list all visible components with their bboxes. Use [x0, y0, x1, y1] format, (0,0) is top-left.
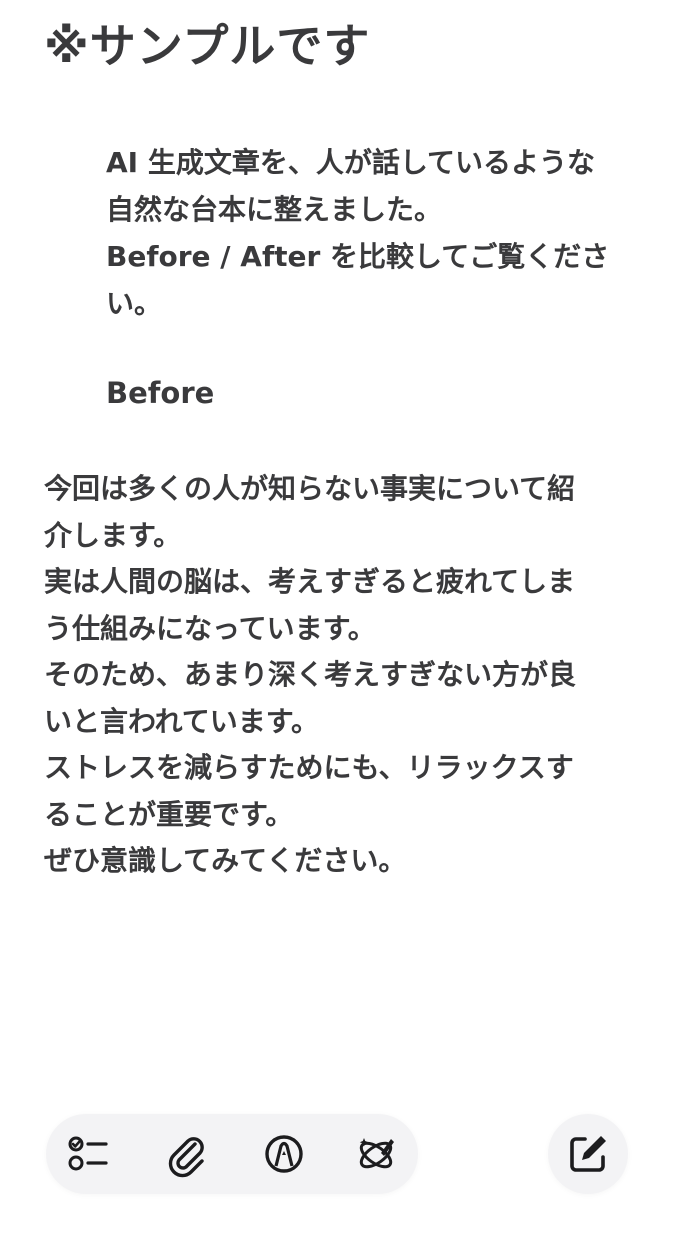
attachment-button[interactable]	[158, 1126, 214, 1182]
checklist-button[interactable]	[60, 1126, 116, 1182]
compose-button[interactable]	[548, 1114, 628, 1194]
bottom-toolbar	[46, 1114, 418, 1194]
body-paragraph: 今回は多くの人が知らない事実について紹 介します。 実は人間の脳は、考えすぎると…	[44, 466, 624, 885]
checklist-icon	[68, 1136, 108, 1171]
intro-line: 自然な台本に整えました。	[106, 193, 443, 226]
intro-paragraph: AI 生成文章を、人が話しているような 自然な台本に整えました。 Before …	[106, 139, 626, 327]
body-line: ぜひ意識してみてください。	[44, 844, 407, 877]
note-content[interactable]: ※サンプルです AI 生成文章を、人が話しているような 自然な台本に整えました。…	[0, 0, 676, 1240]
note-title: ※サンプルです	[44, 19, 371, 73]
paperclip-icon	[168, 1137, 204, 1178]
intro-line: Before / After を比較してご覧くださ	[106, 240, 610, 273]
body-line: 介します。	[44, 518, 182, 552]
body-line: そのため、あまり深く考えすぎない方が良	[44, 658, 577, 691]
markup-pen-icon	[265, 1135, 303, 1173]
body-line: 今回は多くの人が知らない事実について紹	[44, 472, 576, 505]
body-line: ストレスを減らすためにも、リラックスす	[44, 751, 574, 784]
body-line: 実は人間の脳は、考えすぎると疲れてしま	[44, 565, 576, 598]
before-heading: Before	[106, 376, 215, 410]
compose-icon	[570, 1136, 606, 1172]
body-line: ることが重要です。	[44, 797, 294, 831]
writing-tools-icon	[359, 1138, 394, 1169]
intro-line: い。	[106, 287, 163, 320]
body-line: う仕組みになっています。	[44, 611, 376, 645]
intro-line: AI 生成文章を、人が話しているような	[106, 146, 595, 179]
body-line: いと言われています。	[44, 704, 319, 738]
markup-button[interactable]	[256, 1126, 312, 1182]
writing-tools-button[interactable]	[348, 1126, 404, 1182]
